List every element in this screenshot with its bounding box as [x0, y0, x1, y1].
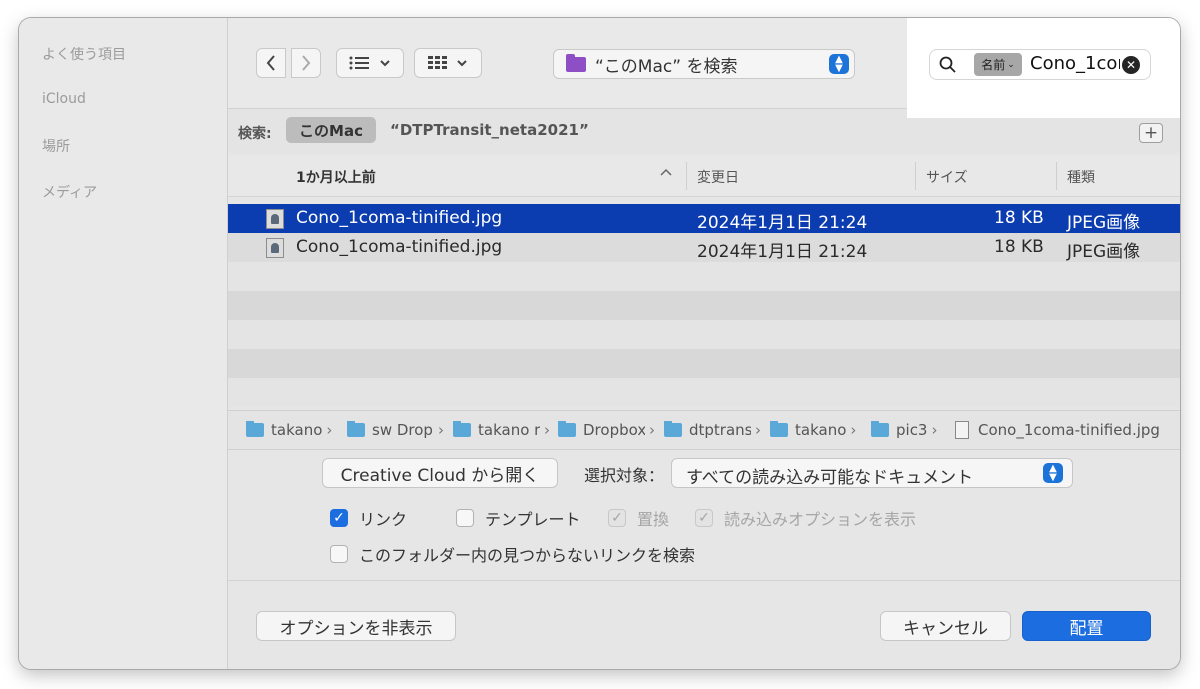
sidebar-item-favorites[interactable]: よく使う項目	[42, 44, 126, 64]
sidebar: よく使う項目 iCloud 場所 メディア	[19, 18, 228, 669]
replace-checkbox[interactable]: ✓ 置換	[608, 506, 669, 530]
chevron-down-icon	[380, 60, 390, 67]
folder-icon	[664, 421, 682, 437]
column-date[interactable]: 変更日	[697, 167, 739, 187]
path-bar: takano › sw Drop › takano r › Dropbox › dtpt…	[228, 410, 1180, 450]
list-icon	[349, 56, 369, 70]
search-icon	[939, 56, 956, 73]
column-separator[interactable]	[1056, 162, 1057, 190]
sort-ascending-icon	[660, 165, 672, 181]
file-type-popup[interactable]: すべての読み込み可能なドキュメント ▲ ▼	[671, 458, 1073, 488]
file-date: 2024年1月1日 21:24	[697, 213, 868, 233]
cancel-button[interactable]: キャンセル	[880, 611, 1011, 641]
home-folder-icon	[246, 421, 264, 437]
path-item[interactable]: takano ›	[770, 421, 872, 439]
search-token-name[interactable]: 名前 ⌄	[974, 53, 1022, 76]
location-label: “このMac” を検索	[595, 56, 738, 77]
empty-row	[228, 378, 1180, 407]
column-header: 1か月以上前 変更日 サイズ 種類	[228, 156, 1180, 197]
path-item[interactable]: sw Drop ›	[347, 421, 453, 439]
open-from-creative-cloud-button[interactable]: Creative Cloud から開く	[322, 458, 558, 488]
path-item[interactable]: takano ›	[246, 421, 348, 439]
add-criteria-button[interactable]: +	[1139, 123, 1163, 143]
folder-icon	[566, 53, 586, 72]
file-kind: JPEG画像	[1067, 213, 1141, 233]
column-name[interactable]: 1か月以上前	[296, 167, 376, 187]
grid-view-button[interactable]	[414, 48, 482, 78]
empty-row	[228, 320, 1180, 349]
search-missing-links-checkbox[interactable]: このフォルダー内の見つからないリンクを検索	[330, 542, 695, 566]
location-popup[interactable]: “このMac” を検索 ▲ ▼	[553, 49, 855, 79]
show-import-options-checkbox[interactable]: ✓ 読み込みオプションを表示	[695, 506, 916, 530]
file-type-label: 選択対象：	[584, 466, 665, 485]
file-size: 18 KB	[994, 237, 1044, 257]
popup-stepper-icon: ▲ ▼	[1043, 463, 1063, 483]
scope-label: 検索:	[238, 126, 272, 142]
empty-row	[228, 291, 1180, 320]
sidebar-item-locations[interactable]: 場所	[42, 136, 70, 156]
options-panel: Creative Cloud から開く 選択対象： すべての読み込み可能なドキュ…	[228, 450, 1180, 581]
file-type-value: すべての読み込み可能なドキュメント	[686, 468, 974, 488]
column-separator[interactable]	[915, 162, 916, 190]
place-dialog: よく使う項目 iCloud 場所 メディア “このMac” を検索 ▲ ▼ 検索…	[19, 18, 1180, 669]
path-item[interactable]: dtptrans ›	[664, 421, 770, 439]
chevron-left-icon	[266, 55, 275, 71]
path-item[interactable]: pic3 ›	[871, 421, 955, 439]
folder-icon	[347, 421, 365, 437]
plus-icon: +	[1143, 123, 1159, 143]
place-button[interactable]: 配置	[1022, 611, 1151, 641]
sidebar-item-media[interactable]: メディア	[42, 182, 97, 202]
search-field[interactable]: 名前⌄ Cono_1coma-tinified.jpg ✕	[929, 49, 1151, 80]
file-name: Cono_1coma-tinified.jpg	[296, 208, 503, 228]
path-item[interactable]: takano r ›	[453, 421, 558, 439]
folder-icon	[871, 421, 889, 437]
folder-icon	[770, 421, 788, 437]
file-date: 2024年1月1日 21:24	[697, 242, 868, 262]
file-size: 18 KB	[994, 208, 1044, 228]
scope-folder[interactable]: “DTPTransit_neta2021”	[390, 121, 589, 139]
checkmark-icon: ✓	[330, 509, 348, 527]
document-icon	[955, 421, 969, 439]
checkmark-icon: ✓	[695, 509, 713, 527]
clear-search-icon[interactable]: ✕	[1122, 56, 1140, 74]
column-size[interactable]: サイズ	[926, 167, 968, 187]
search-highlight: 名前⌄ Cono_1coma-tinified.jpg ✕	[907, 18, 1180, 118]
image-file-icon	[266, 238, 284, 258]
hide-options-button[interactable]: オプションを非表示	[256, 611, 456, 641]
checkmark-icon: ✓	[608, 509, 626, 527]
column-separator[interactable]	[686, 162, 687, 190]
image-file-icon	[266, 209, 284, 229]
path-item[interactable]: Dropbox ›	[558, 421, 664, 439]
scope-this-mac[interactable]: このMac	[286, 117, 376, 143]
search-input[interactable]: Cono_1coma-tinified.jpg	[1030, 53, 1120, 74]
file-row[interactable]: Cono_1coma-tinified.jpg 2024年1月1日 21:24 …	[228, 233, 1180, 262]
folder-icon	[558, 421, 576, 437]
popup-stepper-icon: ▲ ▼	[829, 54, 849, 74]
chevron-right-icon	[302, 55, 311, 71]
chevron-down-icon	[457, 60, 467, 67]
checkbox-empty-icon	[330, 545, 348, 563]
forward-button[interactable]	[291, 48, 321, 78]
file-list: Cono_1coma-tinified.jpg 2024年1月1日 21:24 …	[228, 204, 1180, 408]
sidebar-item-icloud[interactable]: iCloud	[42, 91, 86, 107]
path-item[interactable]: Cono_1coma-tinified.jpg	[955, 421, 1180, 439]
file-row[interactable]: Cono_1coma-tinified.jpg 2024年1月1日 21:24 …	[228, 204, 1180, 233]
template-checkbox[interactable]: テンプレート	[456, 506, 581, 530]
file-kind: JPEG画像	[1067, 242, 1141, 262]
link-checkbox[interactable]: ✓ リンク	[330, 506, 407, 530]
list-view-button[interactable]	[336, 48, 404, 78]
file-name: Cono_1coma-tinified.jpg	[296, 237, 503, 257]
checkbox-empty-icon	[456, 509, 474, 527]
grid-icon	[428, 56, 447, 69]
empty-row	[228, 349, 1180, 378]
back-button[interactable]	[256, 48, 286, 78]
column-kind[interactable]: 種類	[1067, 167, 1095, 187]
folder-icon	[453, 421, 471, 437]
empty-row	[228, 262, 1180, 291]
